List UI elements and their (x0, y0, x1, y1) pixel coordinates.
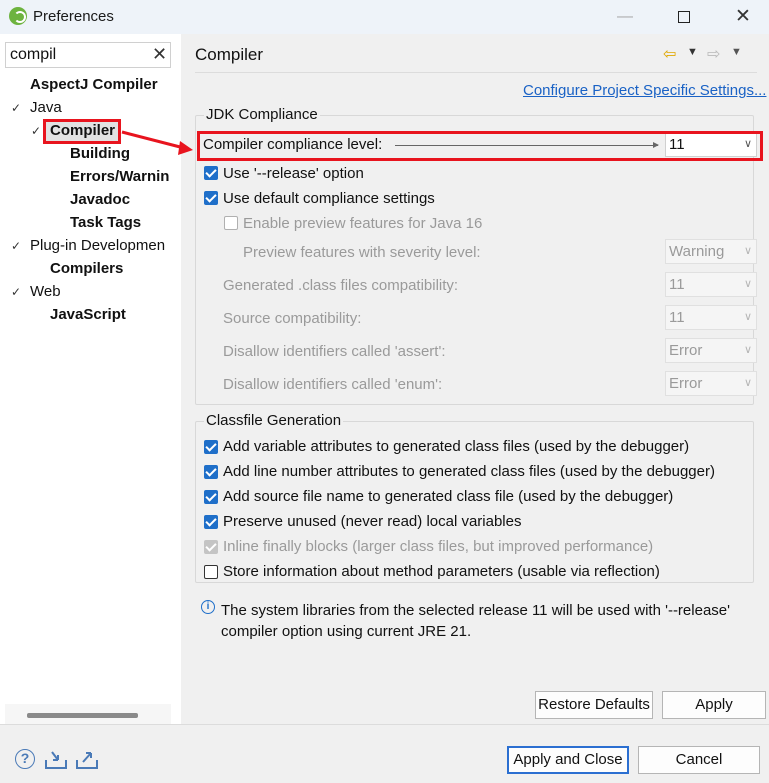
tree-item-compiler[interactable]: Compiler (50, 122, 115, 139)
method-parameters-checkbox[interactable] (204, 565, 218, 579)
release-info-text: The system libraries from the selected r… (221, 602, 730, 640)
tree-item-plugin-development[interactable]: Plug-in Developmen (30, 237, 165, 254)
enum-identifier-value: Error (669, 375, 703, 392)
inline-finally-checkbox[interactable] (204, 540, 218, 554)
variable-attributes-label: Add variable attributes to generated cla… (223, 438, 690, 455)
restore-defaults-button[interactable]: Restore Defaults (535, 691, 653, 719)
preference-tree-pane: ✕ AspectJ Compiler ✓ Java ✓ Compiler Bui… (0, 34, 181, 724)
chevron-down-icon[interactable]: ✓ (11, 239, 21, 253)
tree-item-errors-warnings[interactable]: Errors/Warnin (70, 168, 169, 185)
chevron-down-icon: ∨ (743, 344, 752, 356)
title-bar: Preferences — ✕ (0, 0, 769, 34)
preferences-window: Preferences — ✕ ✕ AspectJ Compiler ✓ Jav… (0, 0, 769, 783)
classfile-generation-title: Classfile Generation (204, 412, 344, 429)
source-compat-value: 11 (669, 309, 685, 326)
tree-item-compilers[interactable]: Compilers (50, 260, 123, 277)
configure-project-settings-link[interactable]: Configure Project Specific Settings... (523, 82, 766, 99)
tree-item-javadoc[interactable]: Javadoc (70, 191, 130, 208)
source-compat-select[interactable]: 11 ∨ (665, 305, 757, 330)
back-menu-icon[interactable]: ▼ (687, 46, 698, 58)
page-title: Compiler (195, 45, 264, 64)
maximize-button[interactable] (661, 0, 707, 34)
assert-identifier-value: Error (669, 342, 703, 359)
preserve-unused-locals-checkbox[interactable] (204, 515, 218, 529)
tree-item-aspectj-compiler[interactable]: AspectJ Compiler (30, 76, 158, 93)
assert-identifier-select[interactable]: Error ∨ (665, 338, 757, 363)
severity-level-select[interactable]: Warning ∨ (665, 239, 757, 264)
chevron-down-icon: ∨ (743, 377, 752, 389)
chevron-down-icon[interactable]: ✓ (11, 101, 21, 115)
chevron-down-icon: ∨ (743, 311, 752, 323)
source-file-name-checkbox[interactable] (204, 490, 218, 504)
default-settings-checkbox[interactable] (204, 191, 218, 205)
severity-level-value: Warning (669, 243, 725, 260)
line-number-attributes-label: Add line number attributes to generated … (223, 463, 715, 480)
forward-menu-icon[interactable]: ▼ (731, 46, 742, 58)
tree-item-task-tags[interactable]: Task Tags (70, 214, 141, 231)
severity-level-label: Preview features with severity level: (243, 244, 481, 261)
filter-input[interactable] (10, 45, 150, 65)
navigation-toolbar: ⇦ ▼ ⇨ ▼ (663, 44, 763, 64)
dialog-button-bar: ? Apply and Close Cancel (0, 724, 769, 783)
release-option-label: Use '--release' option (223, 165, 364, 182)
tree-item-java[interactable]: Java (30, 99, 62, 116)
close-button[interactable]: ✕ (720, 0, 766, 34)
chevron-down-icon[interactable]: ✓ (11, 285, 21, 299)
release-option-checkbox[interactable] (204, 166, 218, 180)
class-compat-label: Generated .class files compatibility: (223, 277, 459, 294)
enum-identifier-label: Disallow identifiers called 'enum': (223, 376, 443, 393)
preserve-unused-locals-label: Preserve unused (never read) local varia… (223, 513, 522, 530)
compliance-highlight-box (197, 131, 763, 161)
default-settings-label: Use default compliance settings (223, 190, 435, 207)
tree-item-web[interactable]: Web (30, 283, 61, 300)
clear-filter-icon[interactable]: ✕ (152, 44, 167, 65)
tree-item-javascript[interactable]: JavaScript (50, 306, 126, 323)
assert-identifier-label: Disallow identifiers called 'assert': (223, 343, 446, 360)
spring-logo-icon (9, 7, 27, 25)
tree-item-building[interactable]: Building (70, 145, 130, 162)
line-number-attributes-checkbox[interactable] (204, 465, 218, 479)
compiler-settings-pane: Compiler ⇦ ▼ ⇨ ▼ Configure Project Speci… (183, 34, 769, 724)
preview-features-checkbox[interactable] (224, 216, 238, 230)
chevron-down-icon: ∨ (743, 245, 752, 257)
class-compat-value: 11 (669, 276, 685, 293)
export-icon[interactable] (75, 750, 99, 770)
method-parameters-label: Store information about method parameter… (223, 563, 660, 580)
back-arrow-icon[interactable]: ⇦ (663, 44, 676, 64)
class-compat-select[interactable]: 11 ∨ (665, 272, 757, 297)
maximize-icon (678, 10, 690, 23)
source-file-name-label: Add source file name to generated class … (223, 488, 674, 505)
apply-and-close-button[interactable]: Apply and Close (507, 746, 629, 774)
source-compat-label: Source compatibility: (223, 310, 362, 327)
window-title: Preferences (33, 8, 114, 25)
help-icon[interactable]: ? (15, 749, 35, 769)
minimize-button[interactable]: — (602, 0, 648, 34)
enum-identifier-select[interactable]: Error ∨ (665, 371, 757, 396)
jdk-compliance-title: JDK Compliance (204, 106, 320, 123)
title-divider (195, 72, 757, 73)
cancel-button[interactable]: Cancel (638, 746, 760, 774)
variable-attributes-checkbox[interactable] (204, 440, 218, 454)
chevron-down-icon[interactable]: ✓ (31, 124, 41, 138)
apply-button[interactable]: Apply (662, 691, 766, 719)
filter-field: ✕ (5, 42, 171, 68)
horizontal-scrollbar[interactable] (27, 713, 138, 718)
info-icon: i (201, 600, 215, 614)
import-icon[interactable] (44, 750, 68, 770)
forward-arrow-icon[interactable]: ⇨ (707, 44, 720, 64)
chevron-down-icon: ∨ (743, 278, 752, 290)
inline-finally-label: Inline finally blocks (larger class file… (223, 538, 654, 555)
preview-features-label: Enable preview features for Java 16 (243, 215, 483, 232)
